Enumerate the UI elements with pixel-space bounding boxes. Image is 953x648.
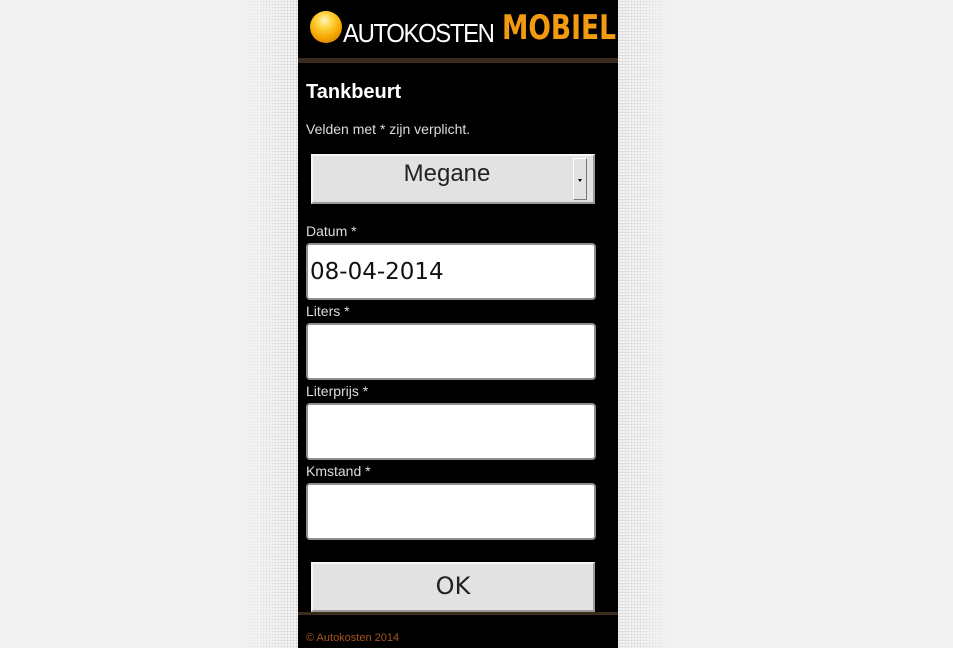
liters-input[interactable]: [306, 323, 596, 380]
ok-button[interactable]: OK: [311, 562, 595, 612]
required-note: Velden met * zijn verplicht.: [306, 121, 471, 137]
kmstand-label: Kmstand *: [306, 463, 371, 479]
logo-word: AUTOKOSTEN: [343, 18, 495, 48]
kmstand-input[interactable]: [306, 483, 596, 540]
app-container: AUTOKOSTEN MOBIEL Tankbeurt Velden met *…: [298, 0, 618, 648]
logo-ball-icon: [310, 11, 342, 43]
background-pattern-left: [238, 0, 298, 648]
car-select[interactable]: Megane: [311, 154, 595, 204]
background-pattern-right: [618, 0, 678, 648]
logo-accent: MOBIEL: [502, 8, 617, 48]
page-title: Tankbeurt: [306, 81, 402, 103]
car-select-value: Megane: [403, 160, 491, 187]
liters-label: Liters *: [306, 303, 350, 319]
datum-label: Datum *: [306, 223, 357, 239]
chevron-down-icon[interactable]: [573, 158, 587, 200]
footer-divider: [298, 612, 618, 615]
header-divider: [298, 58, 618, 63]
literprijs-label: Literprijs *: [306, 383, 369, 399]
datum-input[interactable]: [306, 243, 596, 300]
footer-copyright: © Autokosten 2014: [306, 632, 400, 644]
header: AUTOKOSTEN MOBIEL: [298, 0, 618, 59]
literprijs-input[interactable]: [306, 403, 596, 460]
